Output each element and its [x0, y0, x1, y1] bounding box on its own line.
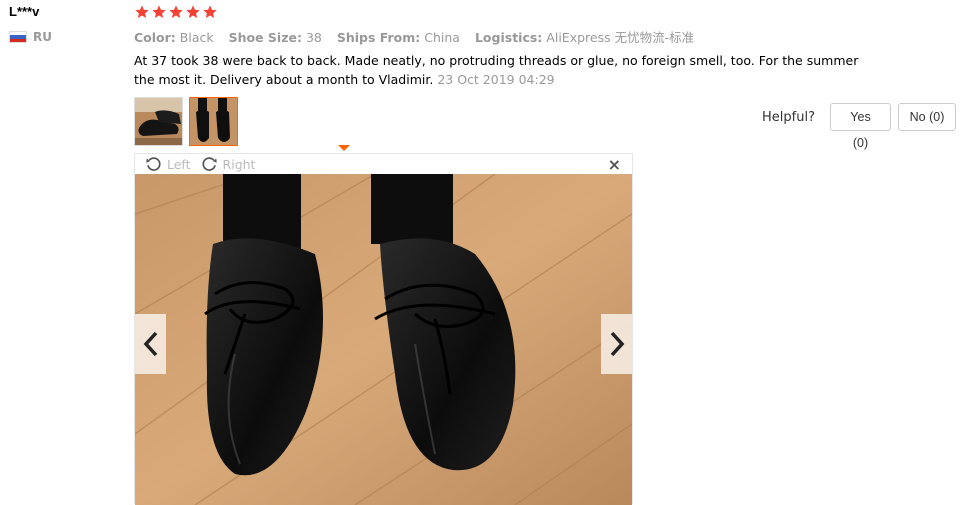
star-icon: [185, 4, 201, 20]
review-date: 23 Oct 2019 04:29: [437, 72, 555, 87]
helpful-no-button[interactable]: No (0): [898, 103, 956, 131]
reviewer-country: RU: [9, 30, 119, 44]
prev-photo-button[interactable]: [135, 314, 166, 374]
close-icon[interactable]: ×: [608, 155, 621, 174]
star-icon: [168, 4, 184, 20]
chevron-right-icon: [610, 331, 624, 357]
attr-logistics: Logistics: AliExpress 无忧物流-标准: [474, 30, 695, 45]
rotate-right-button[interactable]: Right: [201, 156, 256, 173]
country-code: RU: [33, 30, 52, 44]
helpful-label: Helpful?: [762, 109, 815, 125]
reviewer-info: L***v RU: [9, 4, 119, 44]
attr-ships-from: Ships From: China: [336, 30, 460, 45]
rotate-right-icon: [201, 156, 217, 171]
review-attributes: Color: Black Shoe Size: 38 Ships From: C…: [134, 27, 705, 46]
star-rating: [134, 4, 218, 20]
rotate-left-button[interactable]: Left: [145, 156, 191, 173]
thumbnail-1[interactable]: [134, 97, 183, 146]
rotate-left-icon: [146, 156, 161, 171]
flag-ru-icon: [9, 31, 27, 43]
star-icon: [202, 4, 218, 20]
star-icon: [151, 4, 167, 20]
thumbnail-2[interactable]: [189, 97, 238, 146]
attr-color: Color: Black: [134, 30, 214, 45]
next-photo-button[interactable]: [601, 314, 632, 374]
photo-thumbnails: [134, 97, 238, 146]
chevron-left-icon: [143, 331, 157, 357]
reviewer-name: L***v: [9, 4, 40, 19]
rotate-left-label: Left: [167, 156, 191, 172]
review-text: At 37 took 38 were back to back. Made ne…: [134, 51, 864, 89]
helpful-yes-button[interactable]: Yes (0): [830, 103, 891, 150]
viewer-toolbar: Left Right ×: [135, 154, 632, 174]
attr-shoe-size: Shoe Size: 38: [228, 30, 322, 45]
rotate-right-label: Right: [222, 156, 256, 172]
star-icon: [134, 4, 150, 20]
review-photo: [135, 174, 632, 505]
helpful-vote: Helpful? Yes (0) No (0): [762, 103, 956, 150]
thumbnail-pointer: [338, 145, 350, 151]
photo-viewer: Left Right ×: [134, 153, 633, 505]
